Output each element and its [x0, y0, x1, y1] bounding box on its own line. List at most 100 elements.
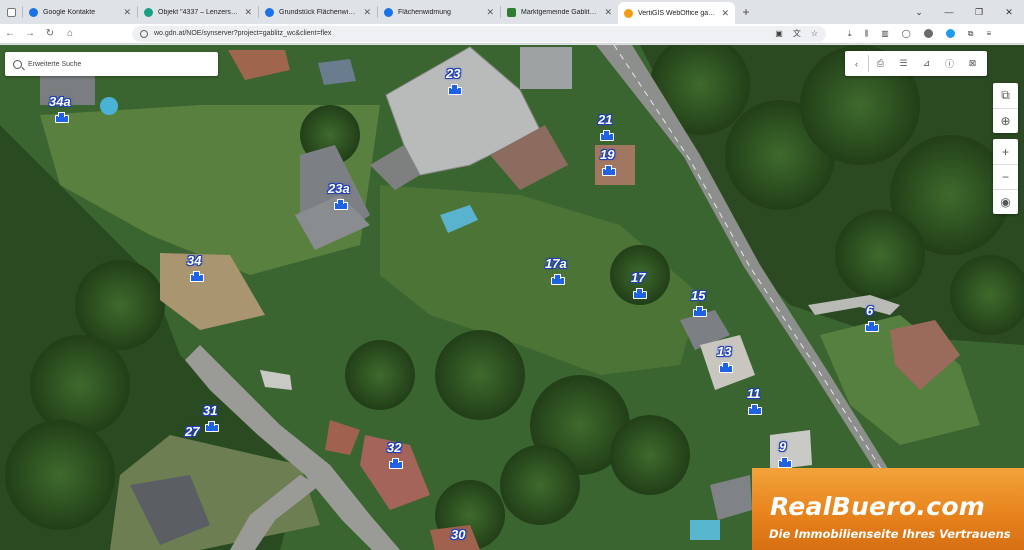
brand-title: RealBuero.com [770, 492, 986, 521]
measure-icon[interactable]: ⊿ [915, 58, 938, 69]
tab-bar: Google Kontakte ✕ Objekt "4337 – Lenzers… [0, 0, 1024, 24]
extension-icon[interactable] [923, 29, 933, 38]
realbuero-banner: RealBuero.com Die Immobilienseite Ihres … [752, 468, 1024, 550]
person-icon [265, 7, 274, 17]
zoom-controls: + − ◉ [993, 139, 1018, 214]
tab-label: Google Kontakte [43, 8, 96, 16]
search-placeholder: Erweiterte Suche [28, 60, 82, 68]
reload-icon[interactable]: ↻ [40, 28, 60, 39]
forward-icon[interactable]: → [20, 28, 40, 39]
vertigis-icon [624, 8, 633, 18]
house-icon [633, 288, 647, 299]
house-icon [389, 458, 403, 469]
building-icon [144, 7, 153, 17]
print-icon[interactable]: ⎙ [869, 58, 892, 69]
close-window-icon[interactable]: ✕ [994, 7, 1024, 18]
map-toolbar: ‹ ⎙ ☰ ⊿ ⓘ ⊠ [845, 51, 987, 76]
parcel-label: 23a [328, 181, 350, 196]
maximize-icon[interactable]: ❐ [964, 7, 994, 18]
address-bar[interactable]: wo.gdn.at/NOE/synserver?project=gablitz_… [132, 25, 826, 42]
house-icon [600, 130, 614, 141]
bookmark-star-icon[interactable]: ☆ [811, 29, 818, 38]
parcel-label: 21 [598, 112, 613, 127]
map-side-controls: ⧉ ⊕ [993, 83, 1018, 133]
address-bar-icons: ▣ 文 ☆ [775, 26, 818, 42]
extensions-puzzle-icon[interactable]: ⧉ [968, 29, 974, 39]
house-icon [602, 165, 616, 176]
tab-label: VertiGIS WebOffice gablitz_wc [638, 9, 716, 17]
house-icon [865, 321, 879, 332]
parcel-label: 30 [451, 527, 466, 542]
menu-icon[interactable]: ≡ [986, 29, 991, 38]
parcel-label: 6 [866, 303, 874, 318]
close-icon[interactable]: ✕ [244, 7, 252, 18]
home-icon[interactable]: ⌂ [60, 28, 80, 39]
sidebar-icon[interactable]: ▥ [881, 29, 889, 38]
parcel-label: 23 [446, 66, 461, 81]
parcel-label: 27 [185, 424, 200, 439]
extension-icon[interactable] [945, 29, 955, 38]
globe-icon[interactable]: ⊕ [993, 108, 1018, 133]
parcel-label: 9 [779, 439, 787, 454]
parcel-label: 34 [187, 253, 202, 268]
tab-list-icon[interactable]: ⌄ [904, 7, 934, 18]
clear-selection-icon[interactable]: ⊠ [961, 58, 984, 69]
house-icon [778, 457, 792, 468]
locate-icon[interactable]: ◉ [993, 189, 1018, 214]
search-icon [13, 59, 22, 69]
new-tab-button[interactable]: + [735, 5, 757, 19]
house-icon [55, 112, 69, 123]
tab-label: Objekt "4337 – Lenzerstraße 17... [158, 8, 238, 16]
parcel-label: 31 [203, 403, 218, 418]
house-icon [748, 404, 762, 415]
parcel-label: 13 [717, 344, 732, 359]
person-icon [384, 7, 393, 17]
house-icon [719, 362, 733, 373]
crest-icon [507, 7, 516, 17]
page-icon [6, 7, 16, 17]
downloads-icon[interactable]: ⤓ [848, 29, 852, 39]
translate-icon[interactable]: 文 [793, 28, 801, 39]
close-icon[interactable]: ✕ [604, 7, 612, 18]
tab-flaechenwidmung[interactable]: Flächenwidmung ✕ [378, 0, 500, 24]
collapse-toolbar-icon[interactable]: ‹ [845, 59, 868, 69]
library-icon[interactable]: ⫼ [865, 29, 869, 39]
house-icon [205, 421, 219, 432]
tab-marktgemeinde[interactable]: Marktgemeinde Gablitz - Ein gu ✕ [501, 0, 618, 24]
parcel-label: 15 [691, 288, 706, 303]
close-icon[interactable]: ✕ [486, 7, 494, 18]
house-icon [448, 84, 462, 95]
house-icon [693, 306, 707, 317]
info-icon[interactable]: ⓘ [938, 57, 961, 70]
house-icon [334, 199, 348, 210]
basemap-toggle-icon[interactable]: ⧉ [993, 83, 1018, 108]
parcel-label: 19 [600, 147, 615, 162]
minimize-icon[interactable]: — [934, 7, 964, 17]
tab-objekt[interactable]: Objekt "4337 – Lenzerstraße 17... ✕ [138, 0, 258, 24]
tab-label: Flächenwidmung [398, 8, 451, 16]
toolbar-icons: ⤓ ⫼ ▥ ◯ ⧉ ≡ [848, 29, 991, 39]
tab-google-kontakte[interactable]: Google Kontakte ✕ [23, 0, 137, 24]
tab-pinned[interactable] [0, 0, 22, 24]
tab-grundstueck[interactable]: Grundstück Flächenwidmungsplan ✕ [259, 0, 377, 24]
house-icon [190, 271, 204, 282]
screen-capture-icon[interactable]: ▣ [775, 29, 783, 38]
url-text: wo.gdn.at/NOE/synserver?project=gablitz_… [154, 30, 332, 37]
zoom-out-icon[interactable]: − [993, 164, 1018, 189]
close-icon[interactable]: ✕ [123, 7, 131, 18]
parcel-label: 17 [631, 270, 646, 285]
zoom-in-icon[interactable]: + [993, 139, 1018, 164]
tab-label: Marktgemeinde Gablitz - Ein gu [521, 8, 598, 16]
map-view[interactable]: Erweiterte Suche ‹ ⎙ ☰ ⊿ ⓘ ⊠ ⧉ ⊕ + − ◉ 3… [0, 45, 1024, 550]
parcel-label: 11 [747, 386, 761, 401]
parcel-label: 32 [387, 440, 402, 455]
tab-vertigis[interactable]: VertiGIS WebOffice gablitz_wc ✕ [618, 2, 735, 24]
close-icon[interactable]: ✕ [721, 8, 729, 19]
back-icon[interactable]: ← [0, 28, 20, 39]
layers-list-icon[interactable]: ☰ [892, 58, 915, 69]
account-icon[interactable]: ◯ [902, 29, 911, 38]
search-input[interactable]: Erweiterte Suche [5, 52, 218, 76]
site-info-icon[interactable] [140, 29, 148, 38]
google-contacts-icon [29, 7, 38, 17]
close-icon[interactable]: ✕ [363, 7, 371, 18]
